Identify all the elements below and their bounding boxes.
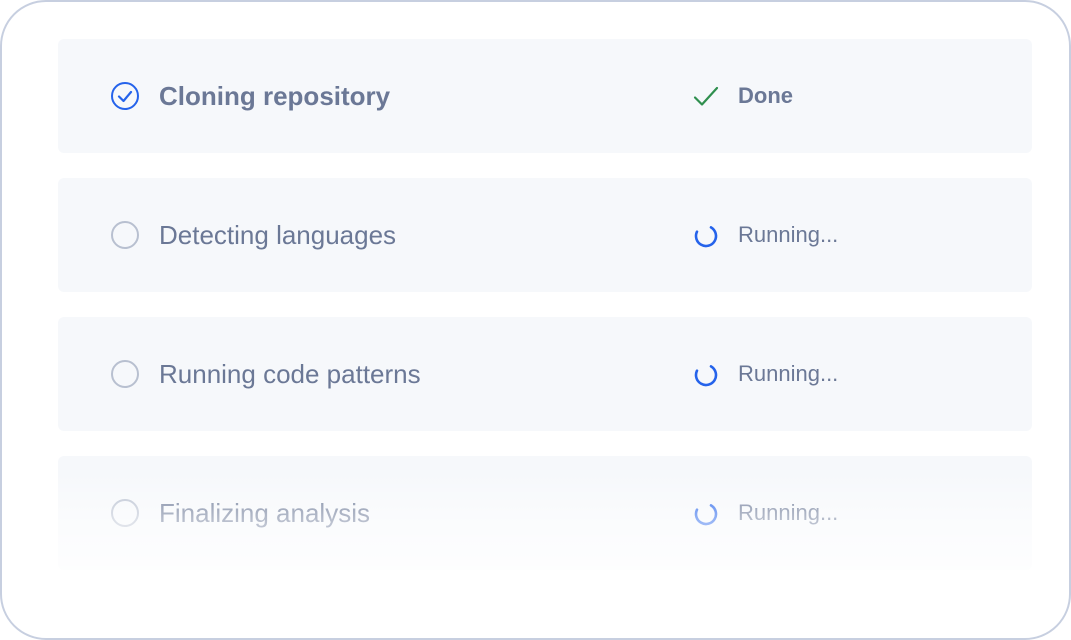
task-row-running-code-patterns: Running code patterns Running... [58, 317, 1032, 431]
empty-circle-icon [111, 499, 139, 527]
check-circle-icon [111, 82, 139, 110]
task-row-finalizing-analysis: Finalizing analysis Running... [58, 456, 1032, 570]
task-label: Finalizing analysis [159, 498, 370, 528]
task-row-cloning-repository: Cloning repository Done [58, 39, 1032, 153]
task-status: Done [738, 83, 793, 108]
task-status: Running... [738, 500, 839, 525]
empty-circle-icon [111, 221, 139, 249]
checkmark-icon [693, 86, 719, 106]
spinner-icon [694, 502, 718, 526]
empty-circle-icon [111, 360, 139, 388]
task-label: Cloning repository [159, 81, 391, 111]
spinner-icon [694, 363, 718, 387]
task-list: Cloning repository Done Detecting langua… [58, 39, 1032, 595]
task-status: Running... [738, 361, 839, 386]
task-label: Detecting languages [159, 220, 397, 250]
task-status: Running... [738, 222, 839, 247]
task-progress-card: Cloning repository Done Detecting langua… [0, 0, 1071, 640]
spinner-icon [694, 224, 718, 248]
task-label: Running code patterns [159, 359, 421, 389]
task-row-detecting-languages: Detecting languages Running... [58, 178, 1032, 292]
